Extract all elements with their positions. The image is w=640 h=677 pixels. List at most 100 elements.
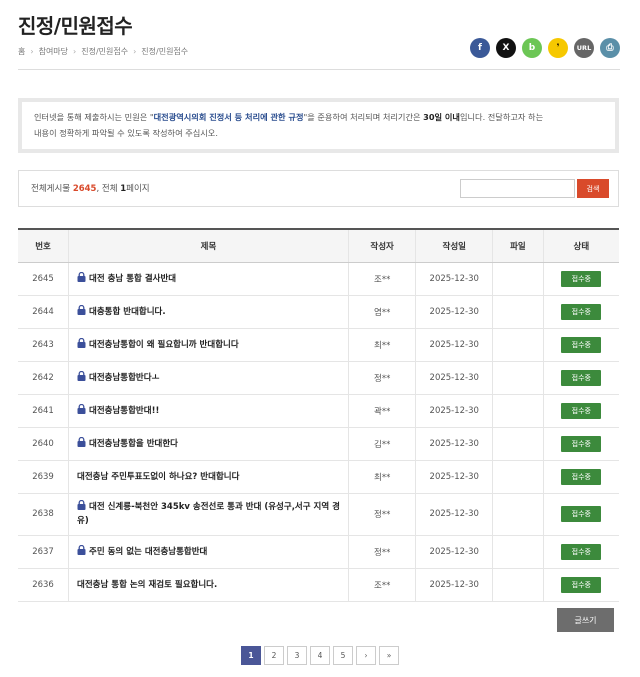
row-subject-link[interactable]: 대전충남 통합 논의 재검토 필요합니다. [77,580,217,590]
facebook-icon[interactable]: f [470,38,490,58]
row-subject[interactable]: 대전충남 통합 논의 재검토 필요합니다. [68,568,349,602]
row-status-cell: 접수중 [542,328,619,362]
row-num: 2636 [18,568,69,602]
row-author: 정** [347,493,416,536]
breadcrumb-item[interactable]: 진정/민원접수 [81,46,128,57]
next-page-icon[interactable]: › [356,646,376,665]
table-row[interactable]: 2637 주민 동의 없는 대전충남통합반대 정** 2025-12-30 접수중 [18,535,619,569]
notice-text: 인터넷을 통해 제출하시는 민원은 " [34,112,154,122]
status-badge: 접수중 [561,468,602,485]
status-badge: 접수중 [561,369,602,386]
row-author: 최** [347,328,416,362]
row-num: 2643 [18,328,69,362]
row-subject-link[interactable]: 주민 동의 없는 대전충남통합반대 [89,547,207,557]
table-row[interactable]: 2644 대충통합 반대합니다. 염** 2025-12-30 접수중 [18,295,619,329]
row-subject[interactable]: 주민 동의 없는 대전충남통합반대 [68,535,349,569]
row-subject[interactable]: 대전충남통합반대!! [68,394,349,428]
row-file [492,328,544,362]
status-badge: 접수중 [561,336,602,353]
page-2[interactable]: 2 [264,646,284,665]
page-1[interactable]: 1 [241,646,261,665]
chevron-right-icon: › [30,47,34,56]
row-subject[interactable]: 대충통합 반대합니다. [68,295,349,329]
breadcrumb-item[interactable]: 참여마당 [39,46,68,57]
table-row[interactable]: 2645 대전 충남 통합 결사반대 조** 2025-12-30 접수중 [18,262,619,296]
notice-period: 30일 이내 [423,112,460,122]
band-icon[interactable]: b [522,38,542,58]
table-row[interactable]: 2640 대전충남통합을 반대한다 김** 2025-12-30 접수중 [18,427,619,461]
last-page-icon[interactable]: » [379,646,399,665]
row-subject-link[interactable]: 대전충남통합반다ㅗ [89,373,159,383]
chevron-right-icon: › [133,47,137,56]
row-author: 정** [347,535,416,569]
row-author: 최** [347,460,416,494]
row-num: 2645 [18,262,69,296]
lock-icon [77,403,89,416]
page-3[interactable]: 3 [287,646,307,665]
row-status-cell: 접수중 [542,361,619,395]
count-label: 페이지 [126,184,150,194]
row-subject-link[interactable]: 대전충남통합반대!! [89,406,159,416]
row-author: 염** [347,295,416,329]
title-divider [18,69,620,70]
row-status-cell: 접수중 [542,460,619,494]
row-file [492,394,544,428]
petition-table: 번호 제목 작성자 작성일 파일 상태 2645 대전 충남 통합 결사반대 조**… [18,228,619,602]
kakao-story-icon[interactable]: ❜ [548,38,568,58]
row-subject[interactable]: 대전충남통합반다ㅗ [68,361,349,395]
lock-icon [77,436,89,449]
row-num: 2638 [18,493,69,536]
x-icon[interactable]: X [496,38,516,58]
lock-icon [77,544,89,557]
url-copy-icon[interactable]: URL [574,38,594,58]
row-status-cell: 접수중 [542,568,619,602]
header-date: 작성일 [415,228,493,263]
row-num: 2641 [18,394,69,428]
row-date: 2025-12-30 [415,427,493,461]
page-5[interactable]: 5 [333,646,353,665]
row-subject-link[interactable]: 대전 신계룡-북천안 345kv 송전선로 통과 반대 (유성구,서구 지역 경… [77,502,340,526]
row-author: 정** [347,361,416,395]
row-subject-link[interactable]: 대전충남통합을 반대한다 [89,439,178,449]
row-num: 2644 [18,295,69,329]
row-subject[interactable]: 대전충남 주민투표도없이 하나요? 반대합니다 [68,460,349,494]
row-subject-link[interactable]: 대전충남통합이 왜 필요합니까 반대합니다 [89,340,239,350]
row-file [492,568,544,602]
table-row[interactable]: 2636 대전충남 통합 논의 재검토 필요합니다. 조** 2025-12-30 접수… [18,568,619,602]
header-subject: 제목 [68,228,349,263]
row-status-cell: 접수중 [542,394,619,428]
table-row[interactable]: 2639 대전충남 주민투표도없이 하나요? 반대합니다 최** 2025-12-30… [18,460,619,494]
breadcrumb-home[interactable]: 홈 [18,46,25,57]
notice-text: 입니다. 전달하고자 하는 [459,112,544,122]
table-row[interactable]: 2638 대전 신계룡-북천안 345kv 송전선로 통과 반대 (유성구,서구 … [18,493,619,536]
row-subject-link[interactable]: 대전 충남 통합 결사반대 [89,274,176,284]
row-date: 2025-12-30 [415,394,493,428]
count-label: , 전체 [96,184,121,194]
row-num: 2640 [18,427,69,461]
print-icon[interactable]: ⎙ [600,38,620,58]
notice-text: "을 준용하여 처리되며 처리기간은 [303,112,424,122]
row-num: 2639 [18,460,69,494]
pagination: 1 2 3 4 5 › » [241,646,399,665]
search-input[interactable] [460,179,575,198]
header-status: 상태 [542,228,619,263]
write-button[interactable]: 글쓰기 [557,608,614,632]
row-subject[interactable]: 대전 충남 통합 결사반대 [68,262,349,296]
row-date: 2025-12-30 [415,262,493,296]
row-subject[interactable]: 대전충남통합을 반대한다 [68,427,349,461]
row-subject-link[interactable]: 대충통합 반대합니다. [89,307,166,317]
row-file [492,535,544,569]
table-row[interactable]: 2642 대전충남통합반다ㅗ 정** 2025-12-30 접수중 [18,361,619,395]
lock-icon [77,370,89,383]
search-button[interactable]: 검색 [577,179,609,198]
row-status-cell: 접수중 [542,535,619,569]
notice-box: 인터넷을 통해 제출하시는 민원은 "대전광역시의회 진정서 등 처리에 관한 … [18,98,619,153]
row-status-cell: 접수중 [542,295,619,329]
row-subject[interactable]: 대전 신계룡-북천안 345kv 송전선로 통과 반대 (유성구,서구 지역 경… [68,493,349,536]
status-badge: 접수중 [561,506,602,522]
row-subject[interactable]: 대전충남통합이 왜 필요합니까 반대합니다 [68,328,349,362]
page-4[interactable]: 4 [310,646,330,665]
row-subject-link[interactable]: 대전충남 주민투표도없이 하나요? 반대합니다 [77,472,239,482]
table-row[interactable]: 2641 대전충남통합반대!! 곽** 2025-12-30 접수중 [18,394,619,428]
table-row[interactable]: 2643 대전충남통합이 왜 필요합니까 반대합니다 최** 2025-12-30 접수… [18,328,619,362]
